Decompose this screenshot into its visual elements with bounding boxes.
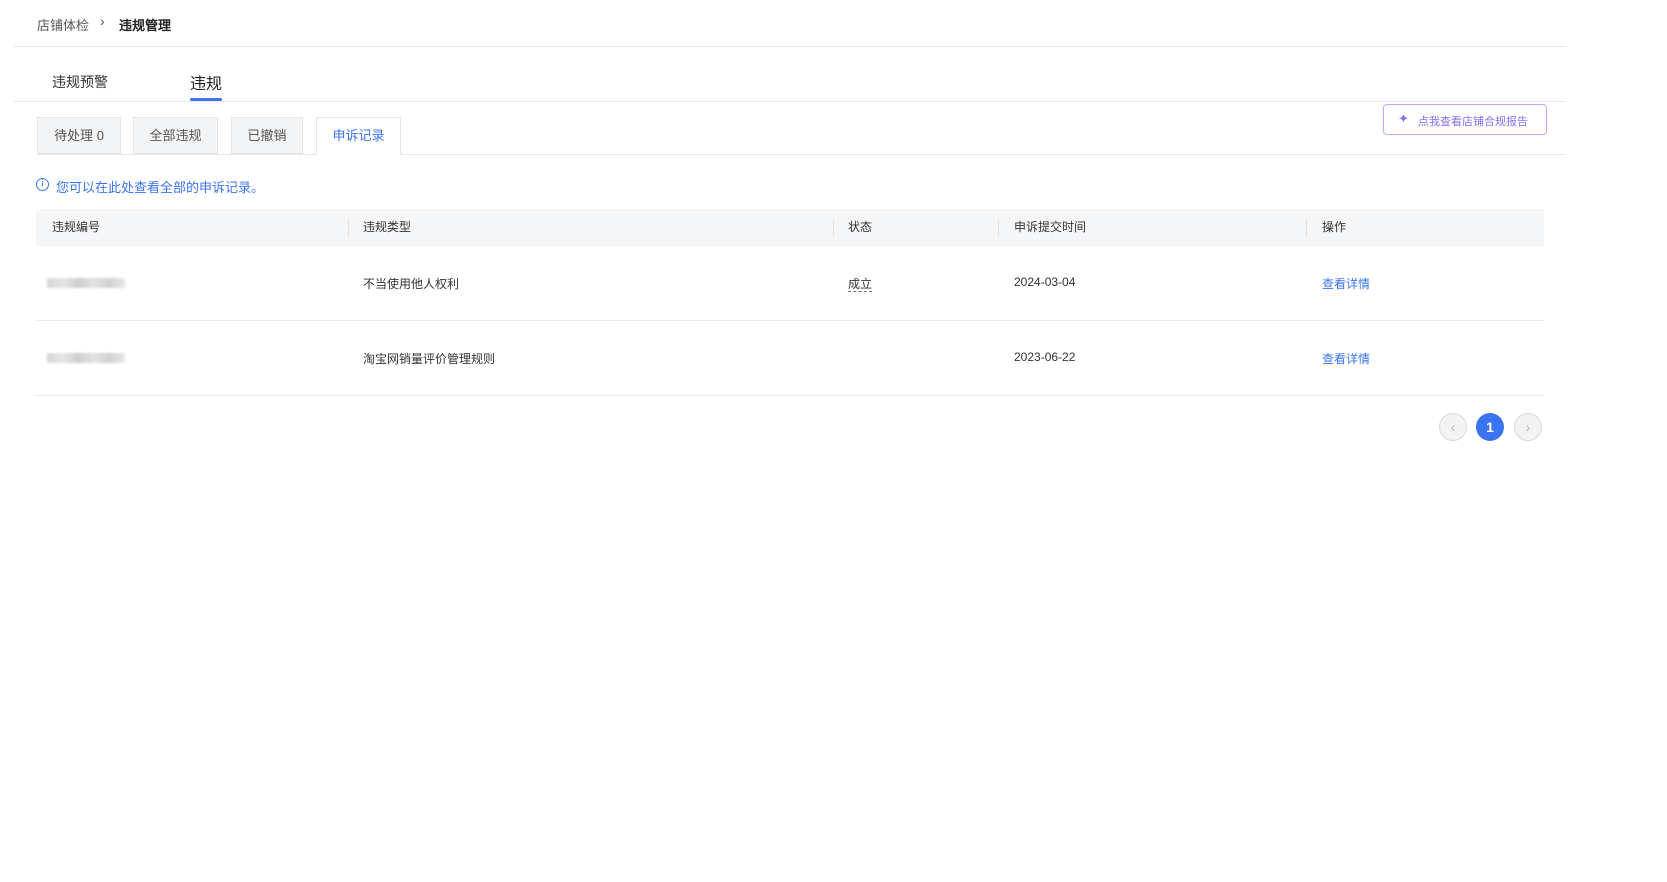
active-tab-indicator (190, 98, 223, 101)
chevron-right-icon: › (100, 13, 105, 29)
tab-revoked[interactable]: 已撤销 (231, 117, 303, 154)
column-header-violation-id: 违规编号 (52, 220, 101, 234)
column-header-submit-time: 申诉提交时间 (1014, 220, 1087, 234)
pagination-page-1[interactable]: 1 (1476, 413, 1504, 441)
tab-appeal-records[interactable]: 申诉记录 (316, 117, 401, 155)
submit-time: 2024-03-04 (1014, 275, 1076, 289)
tab-violation-warning[interactable]: 违规预警 (52, 72, 108, 92)
appeal-records-table: 违规编号 违规类型 状态 申诉提交时间 操作 不当使用他人权利 成立 2024-… (36, 209, 1544, 396)
violation-id-redacted (47, 278, 125, 288)
breadcrumb-current: 违规管理 (119, 18, 172, 33)
main-tabs: 违规预警 违规 (14, 48, 1566, 102)
violation-type: 淘宝网销量评价管理规则 (363, 352, 496, 366)
column-divider (1306, 219, 1307, 237)
column-divider (833, 219, 834, 237)
pagination-next-button[interactable]: › (1514, 413, 1542, 441)
tab-violation[interactable]: 违规 (190, 70, 223, 101)
column-divider (348, 219, 349, 237)
submit-time: 2023-06-22 (1014, 350, 1076, 364)
column-header-status: 状态 (848, 220, 873, 234)
breadcrumb-root-link[interactable]: 店铺体检 (37, 15, 89, 34)
column-header-violation-type: 违规类型 (363, 220, 412, 234)
breadcrumb: 店铺体检 › 违规管理 (14, 0, 1566, 47)
table-row: 淘宝网销量评价管理规则 2023-06-22 查看详情 (36, 321, 1544, 396)
tab-pending[interactable]: 待处理 0 (37, 117, 121, 154)
column-header-actions: 操作 (1322, 220, 1347, 234)
status-text[interactable]: 成立 (848, 277, 873, 292)
info-icon: i (36, 178, 49, 191)
sub-tabs: 待处理 0 全部违规 已撤销 申诉记录 (37, 117, 1566, 155)
notice-text: 您可以在此处查看全部的申诉记录。 (56, 180, 265, 195)
column-divider (998, 219, 999, 237)
pagination-prev-button[interactable]: ‹ (1439, 413, 1467, 441)
table-row: 不当使用他人权利 成立 2024-03-04 查看详情 (36, 246, 1544, 321)
tab-all-violations[interactable]: 全部违规 (133, 117, 218, 154)
page: 店铺体检 › 违规管理 违规预警 违规 ✦ 点我查看店铺合规报告 待处理 0 全… (0, 0, 1667, 882)
violation-type: 不当使用他人权利 (363, 277, 460, 291)
table-header: 违规编号 违规类型 状态 申诉提交时间 操作 (36, 209, 1544, 246)
violation-id-redacted (47, 353, 125, 363)
status: 成立 (848, 275, 873, 292)
view-details-link[interactable]: 查看详情 (1322, 275, 1370, 292)
tab-label: 违规 (190, 76, 223, 93)
view-details-link[interactable]: 查看详情 (1322, 350, 1370, 367)
tab-label: 违规预警 (52, 74, 108, 90)
